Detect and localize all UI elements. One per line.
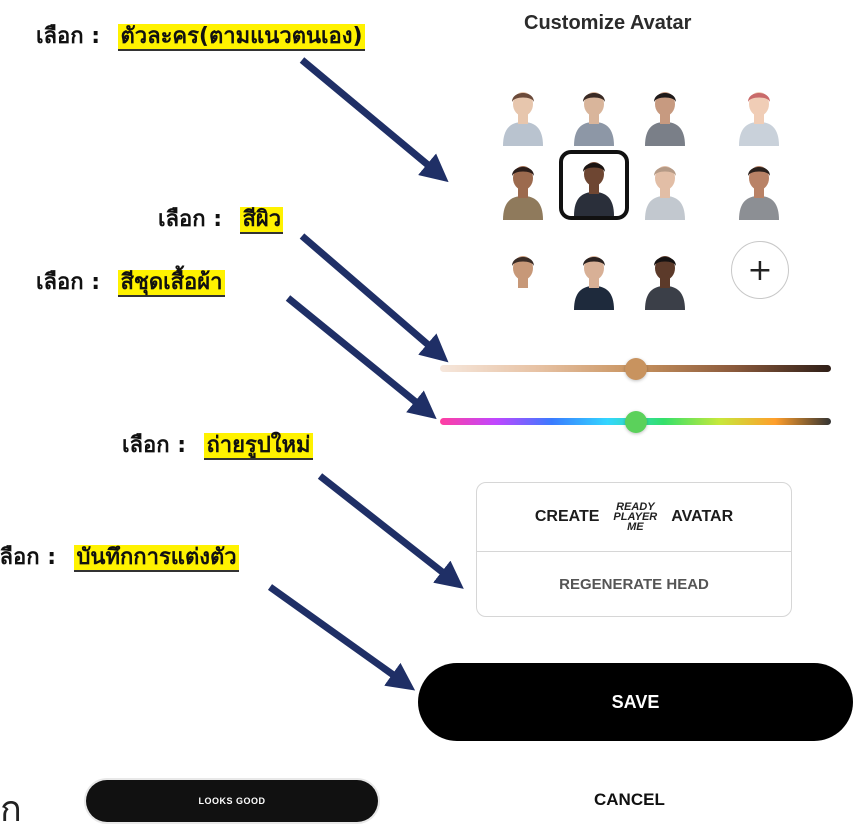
avatar-10[interactable] — [559, 240, 629, 310]
avatar-9[interactable] — [488, 240, 558, 310]
annotation-highlight: สีชุดเสื้อผ้า — [118, 270, 225, 297]
avatar-figure — [645, 166, 685, 220]
avatar-5[interactable] — [488, 150, 558, 220]
arrow-clothing — [285, 295, 437, 420]
avatar-figure — [574, 256, 614, 310]
avatar-6[interactable] — [559, 150, 629, 220]
avatar-8[interactable] — [724, 150, 794, 220]
annotation-highlight: ถ่ายรูปใหม่ — [204, 433, 313, 460]
annotation-prefix: เลือก : — [36, 270, 100, 295]
plus-icon: + — [747, 252, 773, 288]
add-avatar-button[interactable]: + — [731, 241, 789, 299]
annotation-skin: เลือก : สีผิว — [158, 201, 284, 236]
avatar-actions-card: CREATE READY PLAYER ME AVATAR REGENERATE… — [476, 482, 792, 617]
arrow-save — [267, 584, 416, 691]
annotation-prefix: เลือก : — [36, 24, 100, 49]
cancel-button[interactable]: CANCEL — [594, 790, 665, 810]
clothing-color-thumb[interactable] — [624, 411, 647, 433]
create-label: CREATE — [534, 508, 600, 525]
avatar-figure — [645, 256, 685, 310]
regenerate-head-button[interactable]: REGENERATE HEAD — [477, 551, 791, 617]
avatar-figure — [645, 92, 685, 146]
panel-title: Customize Avatar — [524, 12, 692, 34]
skin-tone-thumb[interactable] — [624, 358, 647, 380]
avatar-figure — [503, 166, 543, 220]
avatar-3[interactable] — [630, 76, 700, 146]
avatar-figure — [503, 92, 543, 146]
avatar-figure — [503, 256, 543, 310]
annotation-character: เลือก : ตัวละคร(ตามแนวตนเอง) — [36, 18, 365, 53]
annotation-prefix: เลือก : — [158, 207, 222, 232]
avatar-label: AVATAR — [671, 508, 734, 525]
avatar-11[interactable] — [630, 240, 700, 310]
avatar-7[interactable] — [630, 150, 700, 220]
annotation-clothing: เลือก : สีชุดเสื้อผ้า — [36, 264, 225, 299]
looks-good-label: LOOKS GOOD — [198, 796, 266, 806]
arrow-skin — [299, 233, 449, 363]
partial-text: ก — [0, 789, 22, 830]
avatar-4[interactable] — [724, 76, 794, 146]
arrow-character — [299, 57, 449, 183]
save-label: SAVE — [611, 691, 660, 712]
regenerate-label: REGENERATE HEAD — [559, 575, 709, 593]
ready-player-me-logo: READY PLAYER ME — [613, 501, 658, 533]
avatar-figure — [574, 92, 614, 146]
annotation-regenerate: เลือก : ถ่ายรูปใหม่ — [122, 427, 313, 462]
annotation-save: เลือก : บันทึกการแต่งตัว — [0, 539, 239, 574]
arrow-regenerate — [317, 473, 464, 589]
annotation-prefix: เลือก : — [0, 545, 56, 570]
create-avatar-button[interactable]: CREATE READY PLAYER ME AVATAR — [477, 483, 791, 552]
avatar-1[interactable] — [488, 76, 558, 146]
avatar-figure — [739, 166, 779, 220]
avatar-figure — [739, 92, 779, 146]
annotation-prefix: เลือก : — [122, 433, 186, 458]
annotation-highlight: ตัวละคร(ตามแนวตนเอง) — [118, 24, 365, 51]
looks-good-button[interactable]: LOOKS GOOD — [86, 780, 378, 822]
avatar-2[interactable] — [559, 76, 629, 146]
avatar-figure — [574, 162, 614, 216]
annotation-highlight: บันทึกการแต่งตัว — [74, 545, 239, 572]
save-button[interactable]: SAVE — [418, 663, 853, 741]
annotation-highlight: สีผิว — [240, 207, 284, 234]
